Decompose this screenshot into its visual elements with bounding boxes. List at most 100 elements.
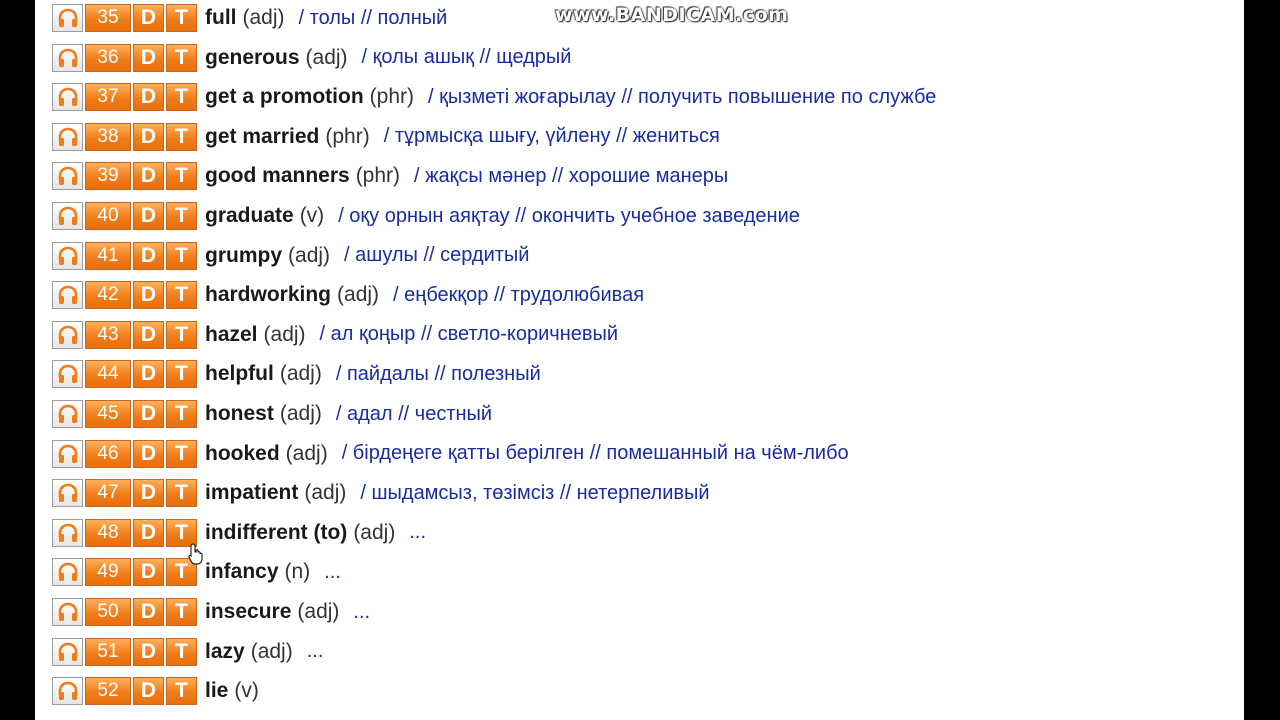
- definition-button[interactable]: D: [133, 400, 164, 428]
- list-item: 51 D T lazy (adj) ...: [52, 636, 323, 668]
- audio-button[interactable]: [52, 400, 83, 428]
- entry-translation: ...: [353, 600, 371, 623]
- entry-word: generous: [205, 45, 300, 69]
- list-item: 35 D T full (adj) / толы // полный: [52, 2, 447, 34]
- headphones-icon: [58, 642, 77, 661]
- audio-button[interactable]: [52, 637, 83, 666]
- entry-part-of-speech: (adj): [279, 362, 322, 386]
- audio-button[interactable]: [52, 558, 83, 587]
- definition-button[interactable]: D: [133, 202, 164, 230]
- headphones-icon: [58, 206, 77, 225]
- list-item: 46 D T hooked (adj) / бірдеңеге қатты бе…: [52, 438, 849, 470]
- entry-word: grumpy: [205, 243, 283, 267]
- definition-button[interactable]: D: [133, 83, 164, 112]
- translation-button[interactable]: T: [166, 122, 197, 151]
- audio-button[interactable]: [52, 281, 83, 310]
- audio-button[interactable]: [52, 479, 83, 508]
- entry-number: 49: [85, 558, 131, 587]
- definition-button[interactable]: D: [133, 281, 164, 310]
- definition-button[interactable]: D: [133, 439, 164, 468]
- entry-number: 41: [85, 241, 131, 270]
- entry-translation: / ашулы // сердитый: [344, 244, 530, 267]
- entry-part-of-speech: (adj): [337, 283, 380, 307]
- translation-button[interactable]: T: [166, 677, 197, 706]
- audio-button[interactable]: [52, 162, 83, 191]
- audio-button[interactable]: [52, 598, 83, 626]
- headphones-icon: [58, 246, 77, 265]
- entry-word: lazy: [205, 639, 245, 663]
- audio-button[interactable]: [52, 83, 83, 112]
- audio-button[interactable]: [52, 320, 83, 349]
- definition-button[interactable]: D: [133, 518, 164, 547]
- headphones-icon: [58, 681, 77, 701]
- entry-part-of-speech: (adj): [288, 243, 331, 267]
- audio-button[interactable]: [52, 122, 83, 151]
- entry-number: 40: [85, 202, 131, 230]
- translation-button[interactable]: T: [166, 43, 197, 72]
- definition-button[interactable]: D: [133, 479, 164, 508]
- entry-word: full: [205, 6, 237, 29]
- entry-number: 47: [85, 479, 131, 508]
- definition-button[interactable]: D: [133, 598, 164, 626]
- translation-button[interactable]: T: [166, 4, 197, 32]
- entry-part-of-speech: (v): [299, 204, 325, 227]
- headphones-icon: [58, 48, 77, 67]
- audio-button[interactable]: [52, 202, 83, 230]
- headphones-icon: [58, 602, 77, 621]
- translation-button[interactable]: T: [166, 202, 197, 230]
- list-item: 47 D T impatient (adj) / шыдамсыз, төзім…: [52, 477, 710, 509]
- audio-button[interactable]: [52, 4, 83, 32]
- audio-button[interactable]: [52, 241, 83, 270]
- audio-button[interactable]: [52, 439, 83, 468]
- list-item: 43 D T hazel (adj) / ал қоңыр // светло-…: [52, 319, 618, 351]
- translation-button[interactable]: T: [166, 241, 197, 270]
- headphones-icon: [58, 285, 77, 305]
- entry-number: 36: [85, 43, 131, 72]
- entry-number: 35: [85, 4, 131, 32]
- translation-button[interactable]: T: [166, 83, 197, 112]
- list-item: 40 D T graduate (v) / оқу орнын аяқтау /…: [52, 200, 800, 232]
- entry-part-of-speech: (phr): [325, 124, 370, 148]
- headphones-icon: [58, 404, 77, 423]
- definition-button[interactable]: D: [133, 637, 164, 666]
- entry-number: 45: [85, 400, 131, 428]
- audio-button[interactable]: [52, 360, 83, 389]
- entry-number: 50: [85, 598, 131, 626]
- definition-button[interactable]: D: [133, 360, 164, 389]
- translation-button[interactable]: T: [166, 320, 197, 349]
- entry-number: 43: [85, 320, 131, 349]
- definition-button[interactable]: D: [133, 43, 164, 72]
- translation-button[interactable]: T: [166, 360, 197, 389]
- audio-button[interactable]: [52, 43, 83, 72]
- definition-button[interactable]: D: [133, 320, 164, 349]
- audio-button[interactable]: [52, 677, 83, 706]
- definition-button[interactable]: D: [133, 122, 164, 151]
- entry-word: hooked: [205, 441, 280, 465]
- translation-button[interactable]: T: [166, 400, 197, 428]
- audio-button[interactable]: [52, 518, 83, 547]
- headphones-icon: [58, 563, 77, 582]
- list-item: 50 D T insecure (adj) ...: [52, 596, 370, 628]
- entry-word: insecure: [205, 600, 292, 623]
- entry-translation: / пайдалы // полезный: [335, 362, 541, 385]
- translation-button[interactable]: T: [166, 162, 197, 191]
- entry-translation: / тұрмысқа шығу, үйлену // жениться: [383, 125, 720, 148]
- translation-button[interactable]: T: [166, 479, 197, 508]
- entry-word: graduate: [205, 204, 294, 227]
- entry-number: 38: [85, 122, 131, 151]
- definition-button[interactable]: D: [133, 241, 164, 270]
- entry-translation: / оқу орнын аяқтау // окончить учебное з…: [338, 204, 800, 227]
- entry-part-of-speech: (adj): [304, 481, 347, 505]
- entry-number: 51: [85, 637, 131, 666]
- headphones-icon: [58, 87, 77, 107]
- definition-button[interactable]: D: [133, 677, 164, 706]
- translation-button[interactable]: T: [166, 439, 197, 468]
- definition-button[interactable]: D: [133, 4, 164, 32]
- translation-button[interactable]: T: [166, 637, 197, 666]
- list-item: 42 D T hardworking (adj) / еңбекқор // т…: [52, 279, 644, 311]
- definition-button[interactable]: D: [133, 162, 164, 191]
- translation-button[interactable]: T: [166, 598, 197, 626]
- definition-button[interactable]: D: [133, 558, 164, 587]
- translation-button[interactable]: T: [166, 281, 197, 310]
- headphones-icon: [58, 444, 77, 463]
